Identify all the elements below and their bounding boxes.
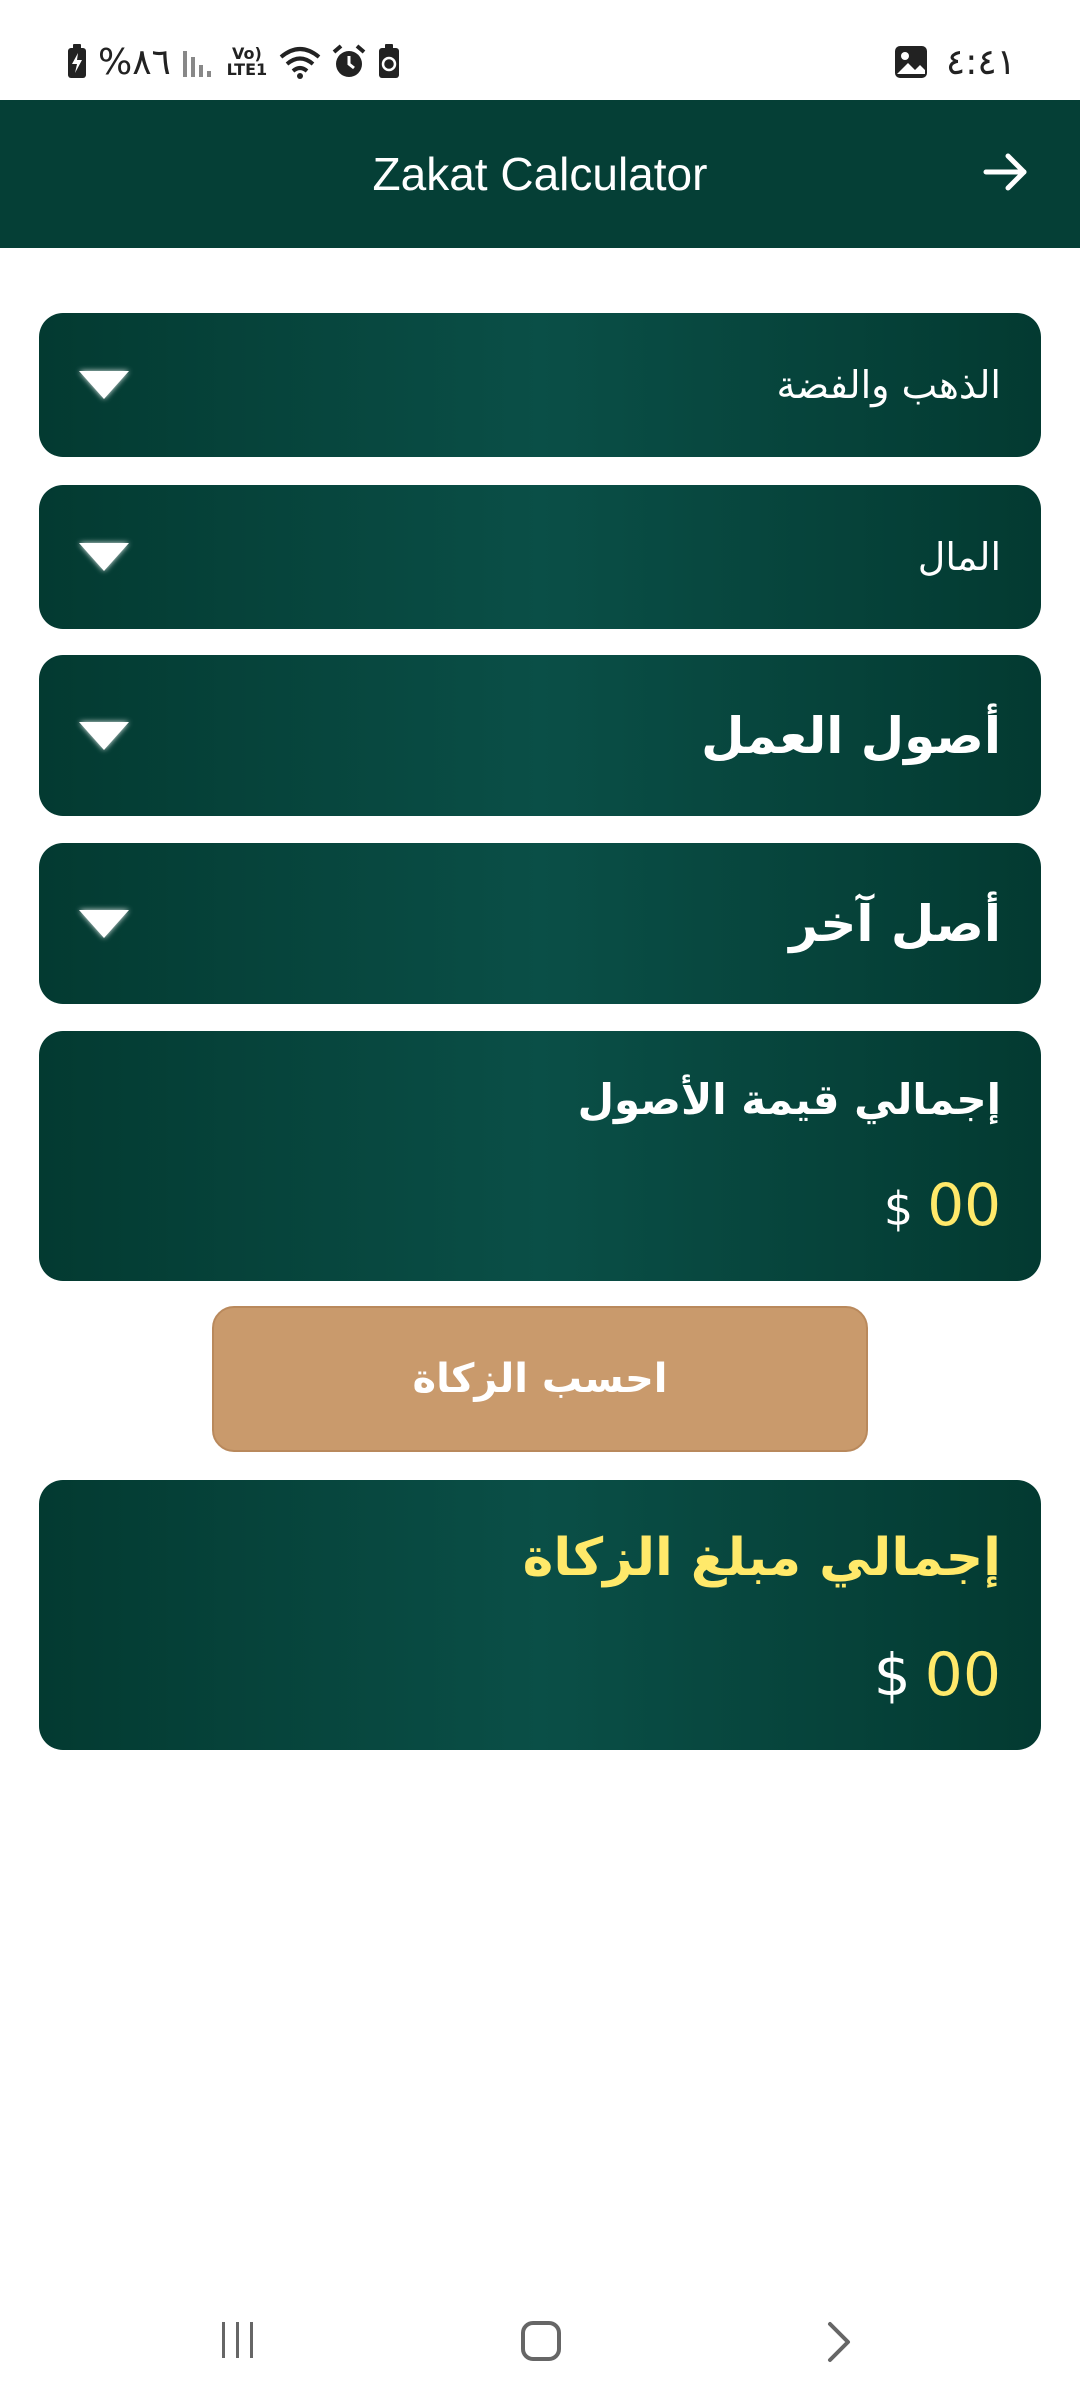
app-bar: Zakat Calculator xyxy=(0,100,1080,248)
zakat-total-amount: $ 00 xyxy=(874,1640,1001,1710)
chevron-right-icon xyxy=(824,2320,854,2368)
assets-total-amount: $ 00 xyxy=(884,1171,1001,1239)
status-bar: %٨٦ Vo) LTE1 ٤:٤١ xyxy=(0,0,1080,100)
back-nav-button[interactable] xyxy=(824,2320,854,2368)
status-right: ٤:٤١ xyxy=(894,40,1016,84)
system-nav-bar xyxy=(0,2270,1080,2400)
status-time: ٤:٤١ xyxy=(945,41,1016,83)
dropdown-label: أصل آخر xyxy=(789,894,1001,953)
dropdown-label: أصول العمل xyxy=(701,706,1001,765)
dropdown-label: المال xyxy=(917,535,1001,579)
dropdown-other-asset[interactable]: أصل آخر xyxy=(39,843,1041,1004)
home-button[interactable] xyxy=(520,2320,562,2366)
battery-charging-icon xyxy=(66,44,88,80)
home-icon xyxy=(520,2320,562,2366)
recents-icon xyxy=(218,2320,258,2364)
zakat-total-label: إجمالي مبلغ الزكاة xyxy=(522,1528,1001,1588)
arrow-right-icon xyxy=(982,152,1030,196)
gallery-icon xyxy=(894,45,928,79)
chevron-down-icon xyxy=(79,909,129,938)
assets-total-label: إجمالي قيمة الأصول xyxy=(577,1075,1001,1124)
dropdown-label: الذهب والفضة xyxy=(776,363,1001,407)
chevron-down-icon xyxy=(79,543,129,571)
battery-percent: %٨٦ xyxy=(98,41,171,83)
back-button[interactable] xyxy=(976,144,1036,204)
battery-saver-icon xyxy=(377,44,401,80)
signal-icon xyxy=(181,45,215,79)
currency-symbol: $ xyxy=(873,1641,911,1709)
lte-indicator: Vo) LTE1 xyxy=(226,44,268,79)
dropdown-money[interactable]: المال xyxy=(39,485,1041,629)
status-left: %٨٦ Vo) LTE1 xyxy=(66,40,401,84)
currency-symbol: $ xyxy=(883,1182,914,1236)
calculate-zakat-button[interactable]: احسب الزكاة xyxy=(212,1306,868,1452)
zakat-total-value: 00 xyxy=(924,1640,1001,1710)
assets-total-card: إجمالي قيمة الأصول $ 00 xyxy=(39,1031,1041,1281)
alarm-icon xyxy=(331,44,367,80)
dropdown-business-assets[interactable]: أصول العمل xyxy=(39,655,1041,816)
dropdown-gold-silver[interactable]: الذهب والفضة xyxy=(39,313,1041,457)
chevron-down-icon xyxy=(79,721,129,750)
app-title: Zakat Calculator xyxy=(372,148,708,200)
chevron-down-icon xyxy=(79,371,129,399)
calculate-button-label: احسب الزكاة xyxy=(412,1356,668,1402)
recent-apps-button[interactable] xyxy=(218,2320,258,2364)
assets-total-value: 00 xyxy=(927,1171,1001,1239)
wifi-icon xyxy=(279,45,321,79)
zakat-total-card: إجمالي مبلغ الزكاة $ 00 xyxy=(39,1480,1041,1750)
